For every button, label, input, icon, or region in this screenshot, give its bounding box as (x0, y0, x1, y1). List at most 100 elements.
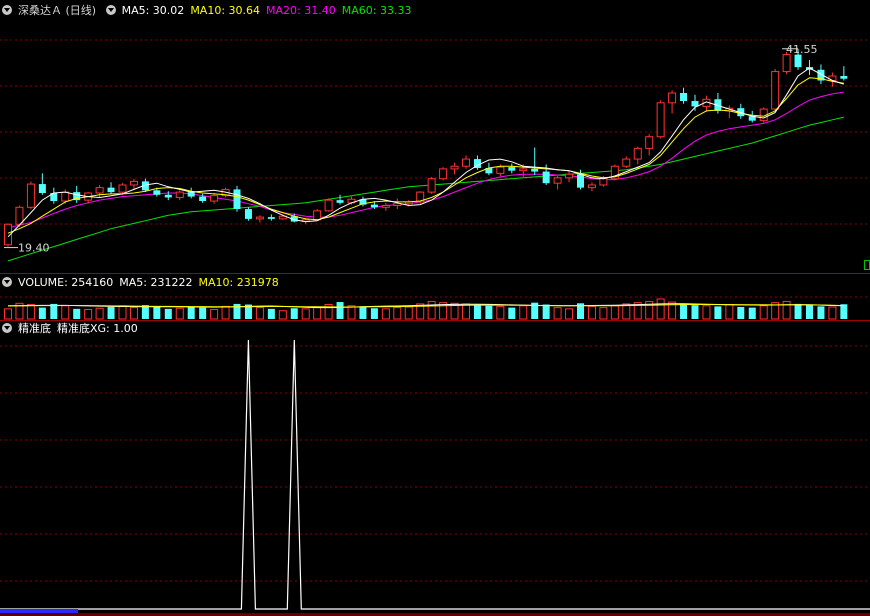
candle-body-up (496, 166, 505, 174)
candle-body-up (668, 92, 677, 104)
candlestick (656, 100, 665, 139)
ma5-series (7, 67, 844, 238)
volume-ma10-value: MA10: 231978 (198, 276, 279, 289)
candle-body-up (313, 210, 322, 221)
volume-bar-up (599, 307, 608, 320)
stock-chart-window: 41.55 19.40 深桑达Ａ (日线) MA5: 30.02 MA10: 30.… (0, 0, 870, 616)
candle-body-up (587, 184, 596, 189)
volume-panel-header: VOLUME: 254160 MA5: 231222 MA10: 231978 (2, 276, 285, 290)
candle-body-down (107, 187, 115, 193)
candlestick (50, 187, 58, 204)
candle-body-up (95, 187, 104, 194)
candle-body-down (199, 196, 207, 202)
candlestick (381, 202, 390, 211)
volume-bar-down (199, 307, 207, 319)
candle-body-up (381, 205, 390, 208)
volume-bar-down (107, 307, 115, 319)
volume-bar-up (759, 305, 768, 320)
volume-bar-up (61, 305, 70, 320)
ma20-value: MA20: 31.40 (266, 4, 336, 17)
candle-body-down (164, 194, 172, 198)
candle-body-down (577, 174, 584, 188)
volume-bar-down (153, 307, 161, 319)
candlestick (15, 205, 24, 227)
price-panel-header: 深桑达Ａ (日线) MA5: 30.02 MA10: 30.64 MA20: 31.… (2, 4, 417, 18)
candlesticks (4, 48, 848, 247)
panel-divider-1[interactable] (0, 273, 870, 274)
volume-bar-down (794, 303, 802, 319)
candle-body-down (336, 200, 344, 203)
volume-bar-down (290, 308, 298, 319)
ma10-value: MA10: 30.64 (190, 4, 261, 17)
volume-bar-down (840, 304, 848, 319)
panel-menu-icon[interactable] (2, 5, 12, 15)
ma5-value: MA5: 30.02 (121, 4, 185, 17)
candle-body-up (393, 203, 402, 206)
volume-bar-down (817, 306, 825, 319)
volume-bar-up (496, 305, 505, 320)
candlestick (680, 87, 688, 104)
candlestick (233, 185, 241, 212)
candlestick (450, 162, 459, 175)
volume-bar-up (725, 304, 734, 320)
volume-bar-down (164, 308, 172, 319)
scroll-marker[interactable] (864, 260, 870, 270)
panel-divider-2[interactable] (0, 320, 870, 321)
candle-body-up (782, 54, 791, 73)
candle-body-down (680, 93, 688, 102)
candle-body-up (645, 136, 654, 149)
candlestick (587, 182, 596, 192)
candle-body-up (26, 183, 35, 208)
volume-bar-up (301, 308, 310, 320)
volume-bar-down (187, 307, 195, 319)
ma60-series (7, 116, 844, 262)
volume-bar-up (118, 305, 127, 320)
xg-signal-series (0, 339, 870, 610)
volume-bar-down (370, 308, 378, 319)
stock-title: 深桑达Ａ (日线) (18, 4, 97, 17)
candlestick (691, 94, 699, 111)
candle-body-up (324, 199, 333, 212)
candlestick (38, 173, 46, 195)
candlestick (107, 182, 115, 194)
candle-body-up (519, 168, 528, 172)
volume-menu-icon[interactable] (2, 277, 12, 287)
ma5-line (7, 67, 844, 238)
candle-body-down (542, 171, 550, 184)
candle-body-down (233, 189, 241, 210)
candlestick (645, 134, 654, 156)
candlestick (129, 178, 138, 190)
volume-bar-up (702, 305, 711, 320)
candlestick (633, 146, 642, 165)
indicator-panel-menu-icon[interactable] (2, 323, 12, 333)
candlestick (840, 66, 848, 81)
volume-bar-up (462, 303, 470, 320)
volume-bar-up (381, 308, 390, 320)
volume-bar-down (267, 308, 275, 319)
candle-body-down (508, 167, 516, 171)
candle-body-up (255, 216, 264, 220)
price-annotations: 41.55 19.40 (4, 43, 818, 255)
candlestick (610, 164, 619, 181)
candlestick (210, 193, 219, 204)
candle-body-up (599, 178, 608, 186)
candlestick (508, 163, 516, 174)
volume-bar-down (748, 307, 756, 319)
volume-bar-up (4, 308, 12, 320)
indicator-value: 精准底XG: 1.00 (57, 322, 138, 335)
candle-body-down (370, 204, 378, 208)
candlestick (175, 190, 184, 201)
volume-bar-up (565, 308, 574, 320)
volume-bar-down (508, 307, 516, 319)
volume-bar-up (278, 310, 287, 320)
volume-bar-down (680, 303, 688, 319)
volume-bar-up (656, 298, 665, 320)
candlestick (622, 156, 631, 168)
candle-body-down (794, 54, 802, 68)
volume-bar-up (255, 307, 264, 320)
candlestick (668, 90, 677, 114)
indicator-menu-icon[interactable] (105, 5, 116, 15)
indicator-name: 精准底 (18, 322, 51, 335)
volume-bars (4, 298, 848, 320)
candlestick (553, 176, 562, 190)
